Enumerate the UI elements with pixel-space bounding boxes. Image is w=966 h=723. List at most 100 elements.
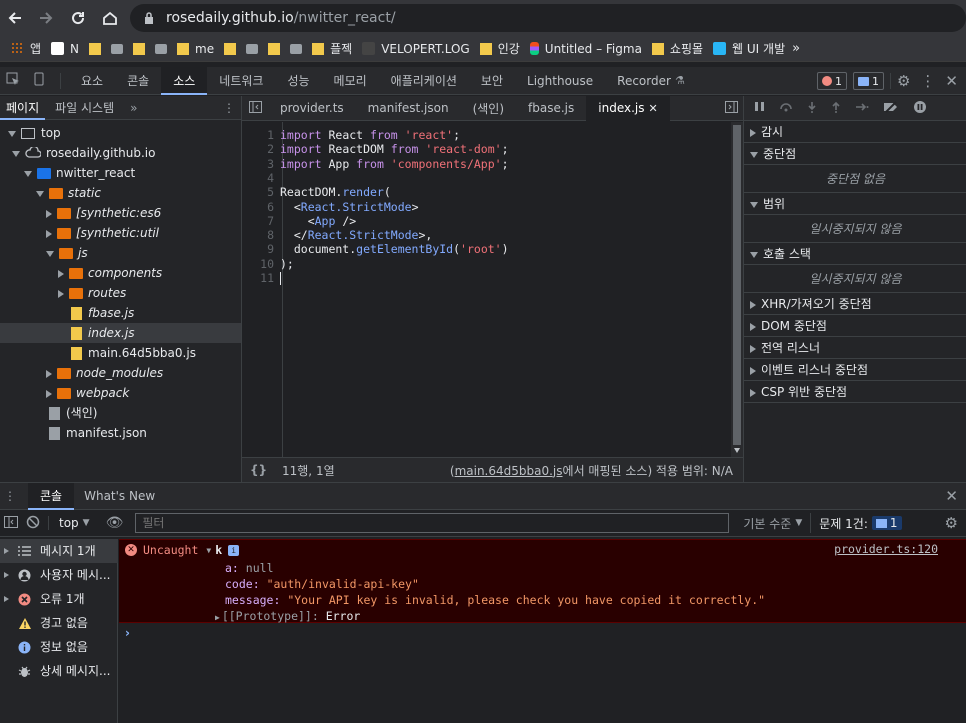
expanded-triangle-icon[interactable] [12,150,20,157]
bookmark-item[interactable] [84,37,106,61]
step-icon[interactable] [855,101,869,115]
tab-filesystem[interactable]: 파일 시스템 [45,99,124,116]
close-tab-icon[interactable]: ✕ [649,102,658,115]
editor-tab[interactable]: (색인) [461,96,516,121]
collapsed-triangle-icon[interactable] [58,289,64,298]
code-line[interactable]: 7 <App /> [242,214,356,228]
message-counter[interactable]: 1 [852,72,884,90]
expanded-triangle-icon[interactable] [46,250,54,257]
code-line[interactable]: 5 ReactDOM.render( [242,185,391,199]
tree-item[interactable]: nwitter_react [24,163,135,183]
toggle-debugger-icon[interactable] [719,100,743,116]
code-line[interactable]: 4 [242,171,280,185]
bookmark-item[interactable]: 앱 [6,37,46,61]
bookmark-item[interactable] [285,37,307,61]
address-bar[interactable]: rosedaily.github.io/nwitter_react/ [130,4,966,32]
editor-tab[interactable]: manifest.json [356,96,461,121]
line-number[interactable]: 6 [242,200,280,214]
live-expression-icon[interactable]: 👁 [102,515,128,531]
code-line[interactable]: 3 import App from 'components/App'; [242,157,508,171]
tab-page[interactable]: 페이지 [0,96,46,120]
debugger-section-header[interactable]: 범위 [744,193,966,215]
tree-item[interactable]: rosedaily.github.io [12,143,155,163]
bookmark-item[interactable] [219,37,241,61]
collapsed-triangle-icon[interactable] [46,389,52,398]
context-selector[interactable]: top ▼ [48,516,94,530]
tree-item[interactable]: top [8,123,61,143]
debugger-section-header[interactable]: DOM 중단점 [744,315,966,337]
pause-on-exceptions-icon[interactable] [913,100,927,117]
more-bookmarks-icon[interactable]: » [790,41,800,56]
device-toggle-icon[interactable] [26,72,52,89]
console-filter-item[interactable]: 경고 없음 [0,611,118,635]
more-options-icon[interactable]: ⋮ [916,72,939,90]
devtools-tab[interactable]: Recorder [605,67,683,95]
console-settings-icon[interactable]: ⚙ [945,514,966,532]
devtools-tab[interactable]: 메모리 [322,67,379,95]
expanded-triangle-icon[interactable] [24,170,32,177]
pretty-print-icon[interactable]: {} [250,463,280,477]
console-prompt[interactable]: › [119,623,966,643]
back-icon[interactable] [6,9,24,27]
tab-console[interactable]: 콘솔 [28,482,75,510]
editor-tab[interactable]: index.js ✕ [586,95,670,121]
devtools-tab[interactable]: 요소 [69,67,115,95]
line-number[interactable]: 7 [242,214,280,228]
devtools-tab[interactable]: Lighthouse [515,67,605,95]
home-icon[interactable] [101,9,119,27]
pause-icon[interactable] [754,101,765,115]
error-object-name[interactable]: k [215,543,222,557]
collapsed-triangle-icon[interactable] [58,269,64,278]
issues-counter[interactable]: 문제 1건: 1 [810,513,902,533]
scrollbar-thumb[interactable] [733,125,741,445]
tree-item[interactable]: static [36,183,101,203]
devtools-tab[interactable]: 애플리케이션 [379,67,469,95]
sidebar-toggle-icon[interactable] [4,515,18,531]
editor-tab[interactable]: provider.ts [268,96,356,121]
tree-item[interactable]: routes [58,283,126,303]
console-filter-item[interactable]: 메시지 1개 [0,539,118,563]
tree-item[interactable]: [synthetic:es6 [46,203,161,223]
forward-icon[interactable] [37,9,55,27]
collapsed-triangle-icon[interactable] [46,369,52,378]
bookmark-item[interactable]: N [46,37,84,61]
line-number[interactable]: 10 [242,257,280,271]
tree-item[interactable]: main.64d5bba0.js [58,343,196,363]
bookmark-item[interactable]: VELOPERT.LOG [357,37,475,61]
info-badge-icon[interactable]: i [228,544,240,556]
console-filter-item[interactable]: 정보 없음 [0,635,118,659]
drawer-menu-icon[interactable]: ⋮ [0,489,20,503]
editor-tab[interactable]: fbase.js [516,96,586,121]
inspect-icon[interactable] [0,72,26,89]
tree-item[interactable]: (색인) [36,403,97,423]
line-number[interactable]: 1 [242,128,280,142]
debugger-section-header[interactable]: XHR/가져오기 중단점 [744,293,966,315]
expanded-triangle-icon[interactable] [8,130,16,137]
collapsed-triangle-icon[interactable] [46,209,52,218]
bookmark-item[interactable] [263,37,285,61]
console-filter-item[interactable]: 사용자 메시... [0,563,118,587]
log-level-selector[interactable]: 기본 수준 ▼ [737,515,802,532]
tab-whats-new[interactable]: What's New [74,489,165,503]
code-line[interactable]: 11 [242,271,281,285]
expanded-triangle-icon[interactable] [36,190,44,197]
bookmark-item[interactable] [106,37,128,61]
debugger-section-header[interactable]: 중단점 [744,143,966,165]
deactivate-breakpoints-icon[interactable] [883,100,899,116]
toggle-navigator-icon[interactable] [242,100,268,116]
debugger-section-header[interactable]: 이벤트 리스너 중단점 [744,359,966,381]
devtools-tab[interactable]: 성능 [275,67,321,95]
devtools-tab[interactable]: 소스 [161,66,208,95]
debugger-section-header[interactable]: 감시 [744,121,966,143]
code-line[interactable]: 1 import React from 'react'; [242,128,460,142]
debugger-section-header[interactable]: 전역 리스너 [744,337,966,359]
bookmark-item[interactable]: me [172,37,219,61]
expand-prototype-icon[interactable]: ▶ [215,613,220,622]
bookmark-item[interactable]: 쇼핑몰 [647,37,708,61]
clear-console-icon[interactable] [26,515,40,532]
line-number[interactable]: 3 [242,157,280,171]
expand-triangle-icon[interactable]: ▼ [206,546,211,555]
navigator-menu-icon[interactable]: ⋮ [223,101,241,115]
error-counter[interactable]: 1 [816,72,847,90]
close-devtools-icon[interactable]: ✕ [945,72,958,90]
